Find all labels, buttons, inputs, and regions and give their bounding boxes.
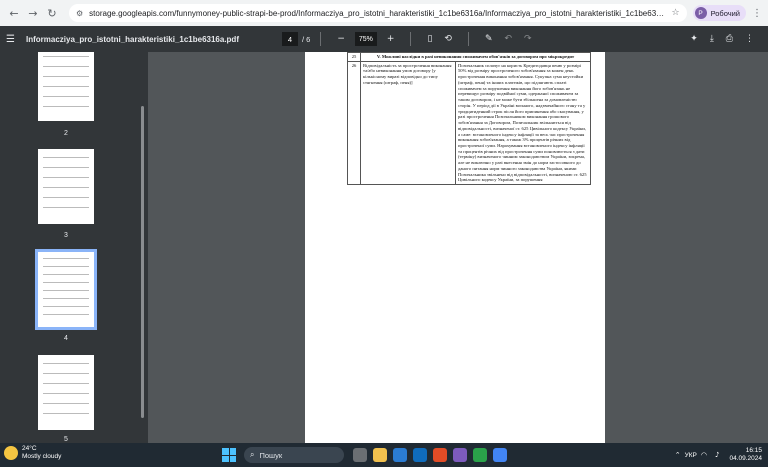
table-row: 25 V. Можливі наслідки в разі невиконанн…	[347, 52, 591, 62]
search-label: Пошук	[259, 450, 283, 460]
more-options-icon[interactable]: ⋮	[745, 34, 754, 44]
office-icon[interactable]	[433, 448, 447, 462]
address-bar[interactable]: ⚙ storage.googleapis.com/funnymoney-publ…	[69, 4, 687, 22]
weather-temp: 24°C	[22, 445, 37, 452]
zoom-out-icon[interactable]: −	[337, 34, 345, 44]
divider	[320, 32, 322, 46]
sidebar-menu-icon[interactable]: ☰	[6, 34, 22, 45]
site-info-icon[interactable]: ⚙	[76, 9, 83, 18]
weather-widget[interactable]: 24°C Mostly cloudy	[4, 445, 61, 461]
pdf-viewer[interactable]: 25 V. Можливі наслідки в разі невиконанн…	[148, 52, 768, 443]
taskbar-apps: ⌕ Пошук	[222, 446, 510, 464]
clock[interactable]: 16:15 04.09.2024	[729, 447, 762, 463]
thumbnail-page-3[interactable]	[38, 149, 94, 224]
fit-page-icon[interactable]: ▯	[427, 34, 432, 44]
ai-assist-icon[interactable]: ✦	[690, 34, 698, 44]
url-text[interactable]: storage.googleapis.com/funnymoney-public…	[89, 9, 665, 18]
thumbnail-page-2[interactable]	[38, 52, 94, 121]
chevron-up-icon[interactable]: ⌃	[675, 451, 681, 459]
language-indicator[interactable]: УКР	[685, 452, 697, 459]
weather-desc: Mostly cloudy	[22, 452, 62, 460]
back-icon[interactable]: ←	[6, 5, 22, 21]
rotate-icon[interactable]: ⟲	[444, 34, 452, 44]
clock-time: 16:15	[745, 446, 762, 454]
redo-icon[interactable]: ↷	[524, 34, 532, 44]
undo-icon[interactable]: ↶	[504, 34, 512, 44]
store-icon[interactable]	[413, 448, 427, 462]
cell-label: Відповідальність за прострочення виконан…	[360, 60, 456, 186]
browser-menu-icon[interactable]: ⋮	[752, 8, 762, 19]
forward-icon[interactable]: →	[25, 5, 41, 21]
zoom-input[interactable]: 75%	[354, 32, 377, 46]
weather-icon	[4, 445, 18, 460]
volume-icon[interactable]: ♪	[715, 451, 719, 459]
browser-toolbar: ← → ↻ ⚙ storage.googleapis.com/funnymone…	[0, 0, 768, 26]
thumbnail-page-4[interactable]	[35, 249, 97, 330]
app-icon[interactable]	[473, 448, 487, 462]
thumbnail-label: 4	[64, 335, 68, 342]
clock-date: 04.09.2024	[729, 455, 762, 462]
row-number: 26	[347, 60, 361, 186]
teams-icon[interactable]	[453, 448, 467, 462]
reload-icon[interactable]: ↻	[44, 5, 60, 21]
profile-button[interactable]: Р Робочий	[692, 5, 746, 21]
divider	[467, 32, 469, 46]
bookmark-star-icon[interactable]: ☆	[671, 8, 679, 18]
document-title: Informacziya_pro_istotni_harakteristiki_…	[26, 34, 239, 44]
divider	[410, 32, 412, 46]
search-icon: ⌕	[250, 450, 255, 459]
edge-icon[interactable]	[393, 448, 407, 462]
system-tray: ⌃ УКР ◠ ♪ 16:15 04.09.2024	[671, 445, 762, 465]
wifi-icon[interactable]: ◠	[701, 451, 707, 459]
print-icon[interactable]: ⎙	[726, 34, 733, 44]
pdf-toolbar-right: ✦ ⤓ ⎙ ⋮	[684, 26, 760, 52]
annotate-icon[interactable]: ✎	[485, 34, 493, 44]
download-icon[interactable]: ⤓	[710, 34, 714, 44]
thumbnail-sidebar: 2 3 4 5	[0, 52, 148, 443]
avatar: Р	[694, 7, 707, 19]
taskbar: 24°C Mostly cloudy ⌕ Пошук ⌃ УКР ◠ ♪ 16:…	[0, 443, 768, 467]
file-explorer-icon[interactable]	[373, 448, 387, 462]
cell-value: Позичальник сплачує на користь Кредитода…	[455, 60, 591, 186]
row-number: 25	[347, 52, 361, 62]
thumbnail-page-5[interactable]	[38, 355, 94, 430]
thumbnail-label: 3	[64, 232, 68, 239]
sidebar-scrollbar[interactable]	[141, 106, 144, 418]
taskbar-search[interactable]: ⌕ Пошук	[244, 447, 344, 463]
chrome-icon[interactable]	[493, 448, 507, 462]
document-table: 25 V. Можливі наслідки в разі невиконанн…	[347, 52, 591, 186]
pdf-toolbar: ☰ Informacziya_pro_istotni_harakteristik…	[0, 26, 768, 52]
profile-label: Робочий	[710, 8, 740, 18]
pdf-toolbar-center: 4 / 6 − 75% + ▯ ⟲ ✎ ↶ ↷	[282, 26, 538, 52]
section-heading: V. Можливі наслідки в разі невиконання с…	[360, 52, 591, 62]
thumbnail-label: 5	[64, 436, 68, 443]
start-icon[interactable]	[222, 448, 236, 462]
page-number-input[interactable]: 4	[282, 32, 298, 46]
zoom-in-icon[interactable]: +	[387, 34, 395, 44]
pdf-page: 25 V. Можливі наслідки в разі невиконанн…	[305, 52, 605, 443]
table-row: 26 Відповідальність за прострочення вико…	[347, 60, 591, 186]
page-total: / 6	[302, 34, 311, 44]
thumbnail-label: 2	[64, 130, 68, 137]
task-view-icon[interactable]	[353, 448, 367, 462]
